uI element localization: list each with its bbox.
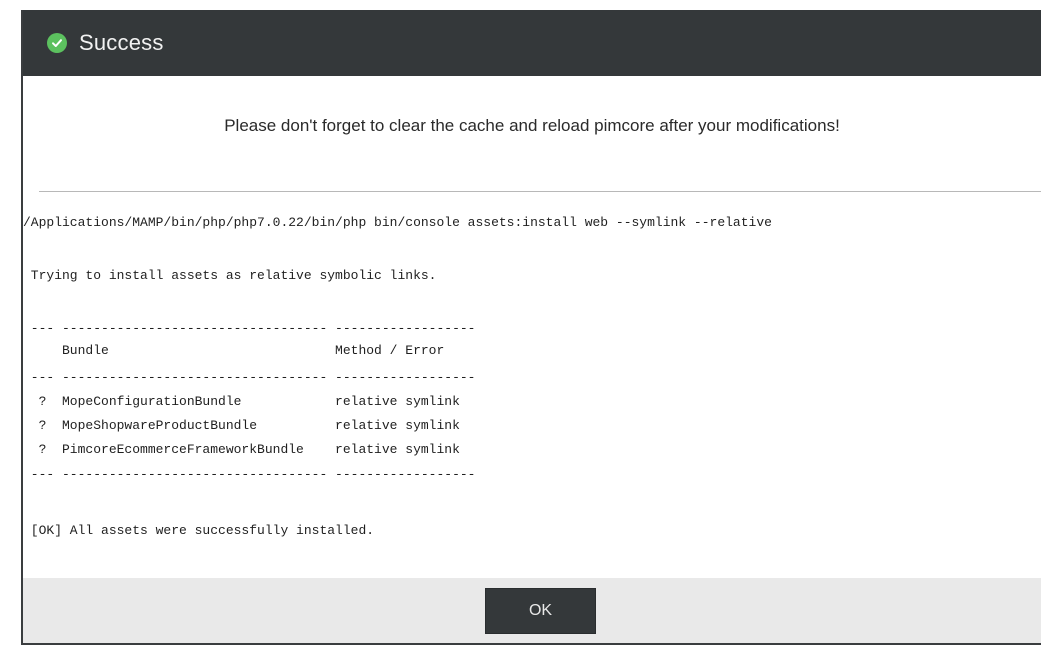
console-info: Trying to install assets as relative sym… <box>23 268 437 283</box>
table-rule-top: --- ---------------------------------- -… <box>23 321 476 336</box>
page-background <box>0 0 1041 10</box>
reminder-message: Please don't forget to clear the cache a… <box>224 116 840 135</box>
table-row: ? MopeConfigurationBundle relative symli… <box>23 394 460 409</box>
page-background-left <box>0 0 21 652</box>
ok-button[interactable]: OK <box>485 588 596 634</box>
table-row: ? MopeShopwareProductBundle relative sym… <box>23 418 460 433</box>
table-header: Bundle Method / Error <box>23 343 445 358</box>
divider <box>39 191 1041 192</box>
console-result: [OK] All assets were successfully instal… <box>23 523 375 538</box>
console-command: /Applications/MAMP/bin/php/php7.0.22/bin… <box>23 215 772 230</box>
table-rule-bottom: --- ---------------------------------- -… <box>23 467 476 482</box>
dialog-footer: OK <box>23 578 1041 643</box>
dialog-header: Success <box>23 10 1041 76</box>
check-circle-icon <box>47 33 67 53</box>
dialog-title: Success <box>79 30 164 55</box>
success-dialog: Success Please don't forget to clear the… <box>21 10 1041 645</box>
table-rule-mid: --- ---------------------------------- -… <box>23 370 476 385</box>
table-row: ? PimcoreEcommerceFrameworkBundle relati… <box>23 442 460 457</box>
